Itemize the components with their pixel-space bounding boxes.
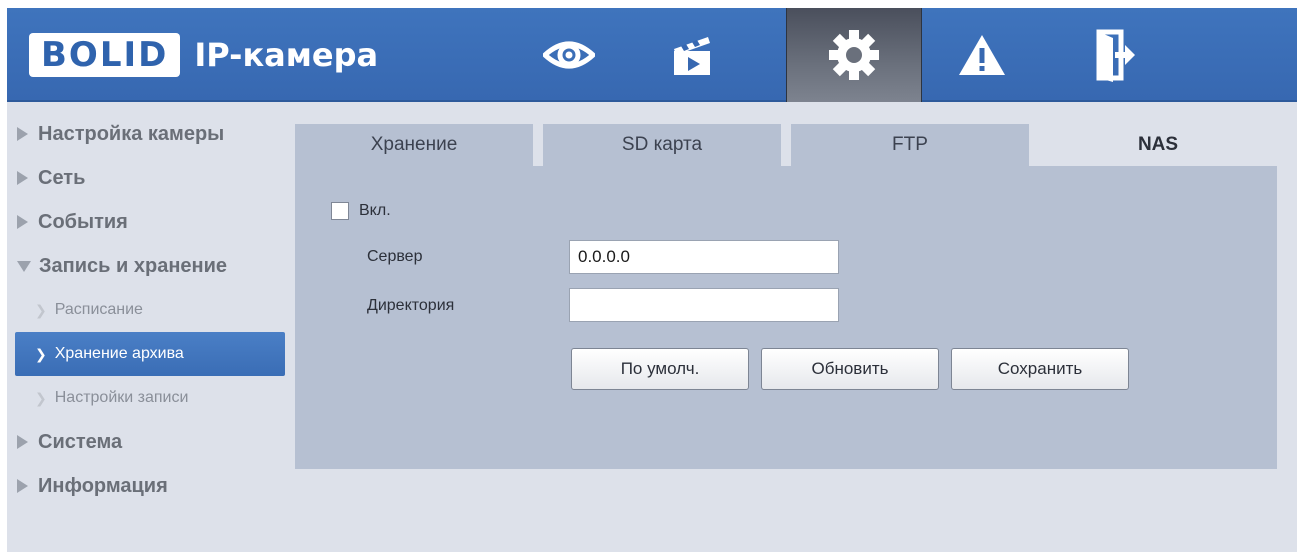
sidebar-item-network[interactable]: Сеть: [7, 156, 297, 200]
brand-logo: BOLID: [29, 33, 181, 77]
directory-input[interactable]: [569, 288, 839, 322]
sidebar: Настройка камеры Сеть События Запись и х…: [7, 112, 297, 508]
tab-bar: Хранение SD карта FTP NAS: [295, 124, 1297, 166]
nav-alarm[interactable]: [934, 8, 1030, 102]
sidebar-item-label: Настройка камеры: [38, 122, 225, 145]
product-title: IP-камера: [194, 36, 379, 74]
sidebar-item-label: Запись и хранение: [39, 254, 228, 277]
eye-icon: [543, 41, 595, 69]
save-button[interactable]: Сохранить: [951, 348, 1129, 390]
sidebar-item-label: События: [38, 210, 128, 233]
sidebar-subitem-archive-storage[interactable]: ❯ Хранение архива: [15, 332, 285, 376]
sidebar-item-label: Информация: [38, 474, 168, 497]
sidebar-item-recording-storage[interactable]: Запись и хранение: [7, 244, 297, 288]
triangle-down-icon: [17, 260, 31, 272]
chevron-right-icon: ❯: [35, 345, 47, 362]
triangle-right-icon: [17, 127, 28, 141]
tab-sd-card[interactable]: SD карта: [543, 124, 781, 166]
sidebar-subitem-label: Настройки записи: [54, 389, 189, 406]
enable-label: Вкл.: [359, 202, 391, 219]
nav-live-view[interactable]: [521, 8, 617, 102]
sidebar-subitem-label: Расписание: [54, 301, 143, 318]
tab-nas[interactable]: NAS: [1039, 124, 1277, 166]
logo: BOLID IP-камера: [29, 32, 378, 78]
tab-ftp[interactable]: FTP: [791, 124, 1029, 166]
app-frame: BOLID IP-камера Настройка камеры Сеть Со…: [7, 8, 1297, 552]
directory-label: Директория: [367, 297, 455, 314]
tab-storage[interactable]: Хранение: [295, 124, 533, 166]
sidebar-item-label: Сеть: [38, 166, 86, 189]
sidebar-item-label: Система: [38, 430, 123, 453]
server-input[interactable]: [569, 240, 839, 274]
chevron-right-icon: ❯: [35, 389, 47, 406]
sidebar-subitem-record-settings[interactable]: ❯ Настройки записи: [7, 376, 297, 420]
triangle-right-icon: [17, 215, 28, 229]
sidebar-subitem-schedule[interactable]: ❯ Расписание: [7, 288, 297, 332]
nas-settings-panel: Вкл. Сервер Директория По умолч. Обновит…: [295, 166, 1277, 469]
nav-playback[interactable]: [644, 8, 740, 102]
nav-settings[interactable]: [786, 8, 922, 102]
warning-icon: [959, 35, 1005, 75]
gear-icon: [829, 30, 879, 80]
triangle-right-icon: [17, 435, 28, 449]
sidebar-item-info[interactable]: Информация: [7, 464, 297, 508]
default-button[interactable]: По умолч.: [571, 348, 749, 390]
triangle-right-icon: [17, 479, 28, 493]
refresh-button[interactable]: Обновить: [761, 348, 939, 390]
triangle-right-icon: [17, 171, 28, 185]
enable-checkbox[interactable]: [331, 202, 349, 220]
sidebar-item-system[interactable]: Система: [7, 420, 297, 464]
sidebar-item-events[interactable]: События: [7, 200, 297, 244]
server-label: Сервер: [367, 248, 423, 265]
sidebar-item-camera-settings[interactable]: Настройка камеры: [7, 112, 297, 156]
exit-door-icon: [1096, 29, 1135, 82]
nav-logout[interactable]: [1067, 8, 1163, 102]
sidebar-subitem-label: Хранение архива: [54, 345, 184, 362]
clapperboard-icon: [674, 37, 710, 75]
header-bar: BOLID IP-камера: [7, 8, 1297, 102]
chevron-right-icon: ❯: [35, 301, 47, 318]
